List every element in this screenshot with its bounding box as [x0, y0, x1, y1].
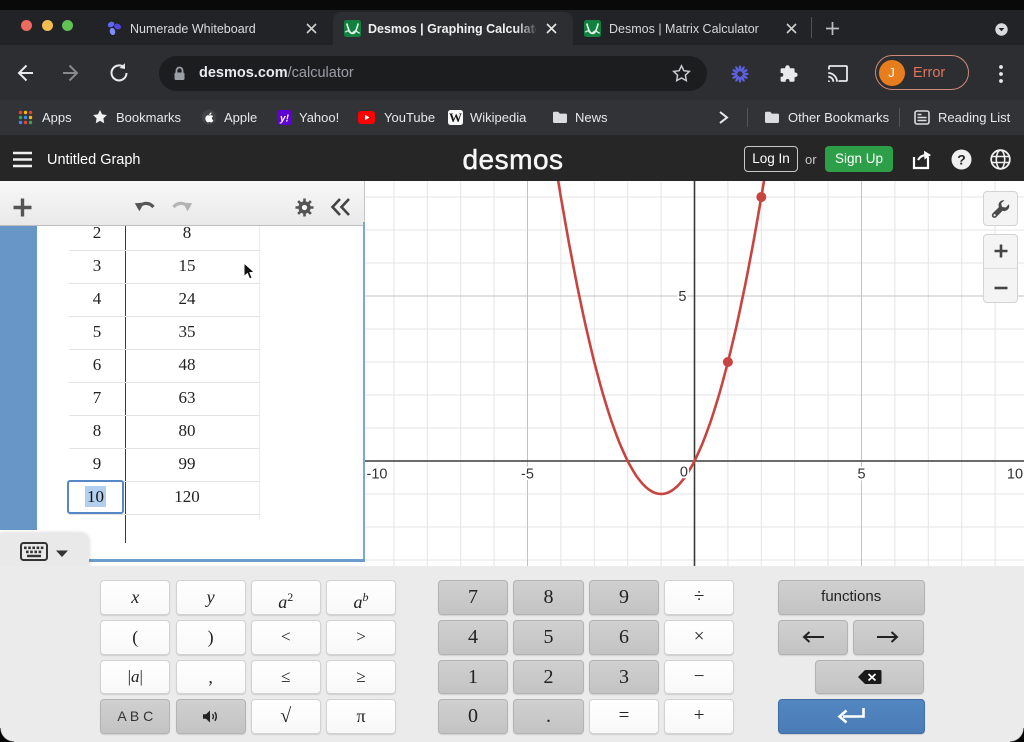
svg-text:W: W [449, 110, 462, 125]
svg-text:5: 5 [857, 467, 865, 483]
svg-text:y!: y! [279, 114, 290, 125]
svg-text:0: 0 [680, 465, 688, 481]
svg-text:?: ? [957, 152, 966, 168]
svg-text:-10: -10 [367, 467, 388, 483]
svg-text:5: 5 [678, 289, 686, 305]
svg-text:-5: -5 [521, 467, 534, 483]
svg-text:10: 10 [1007, 467, 1023, 483]
